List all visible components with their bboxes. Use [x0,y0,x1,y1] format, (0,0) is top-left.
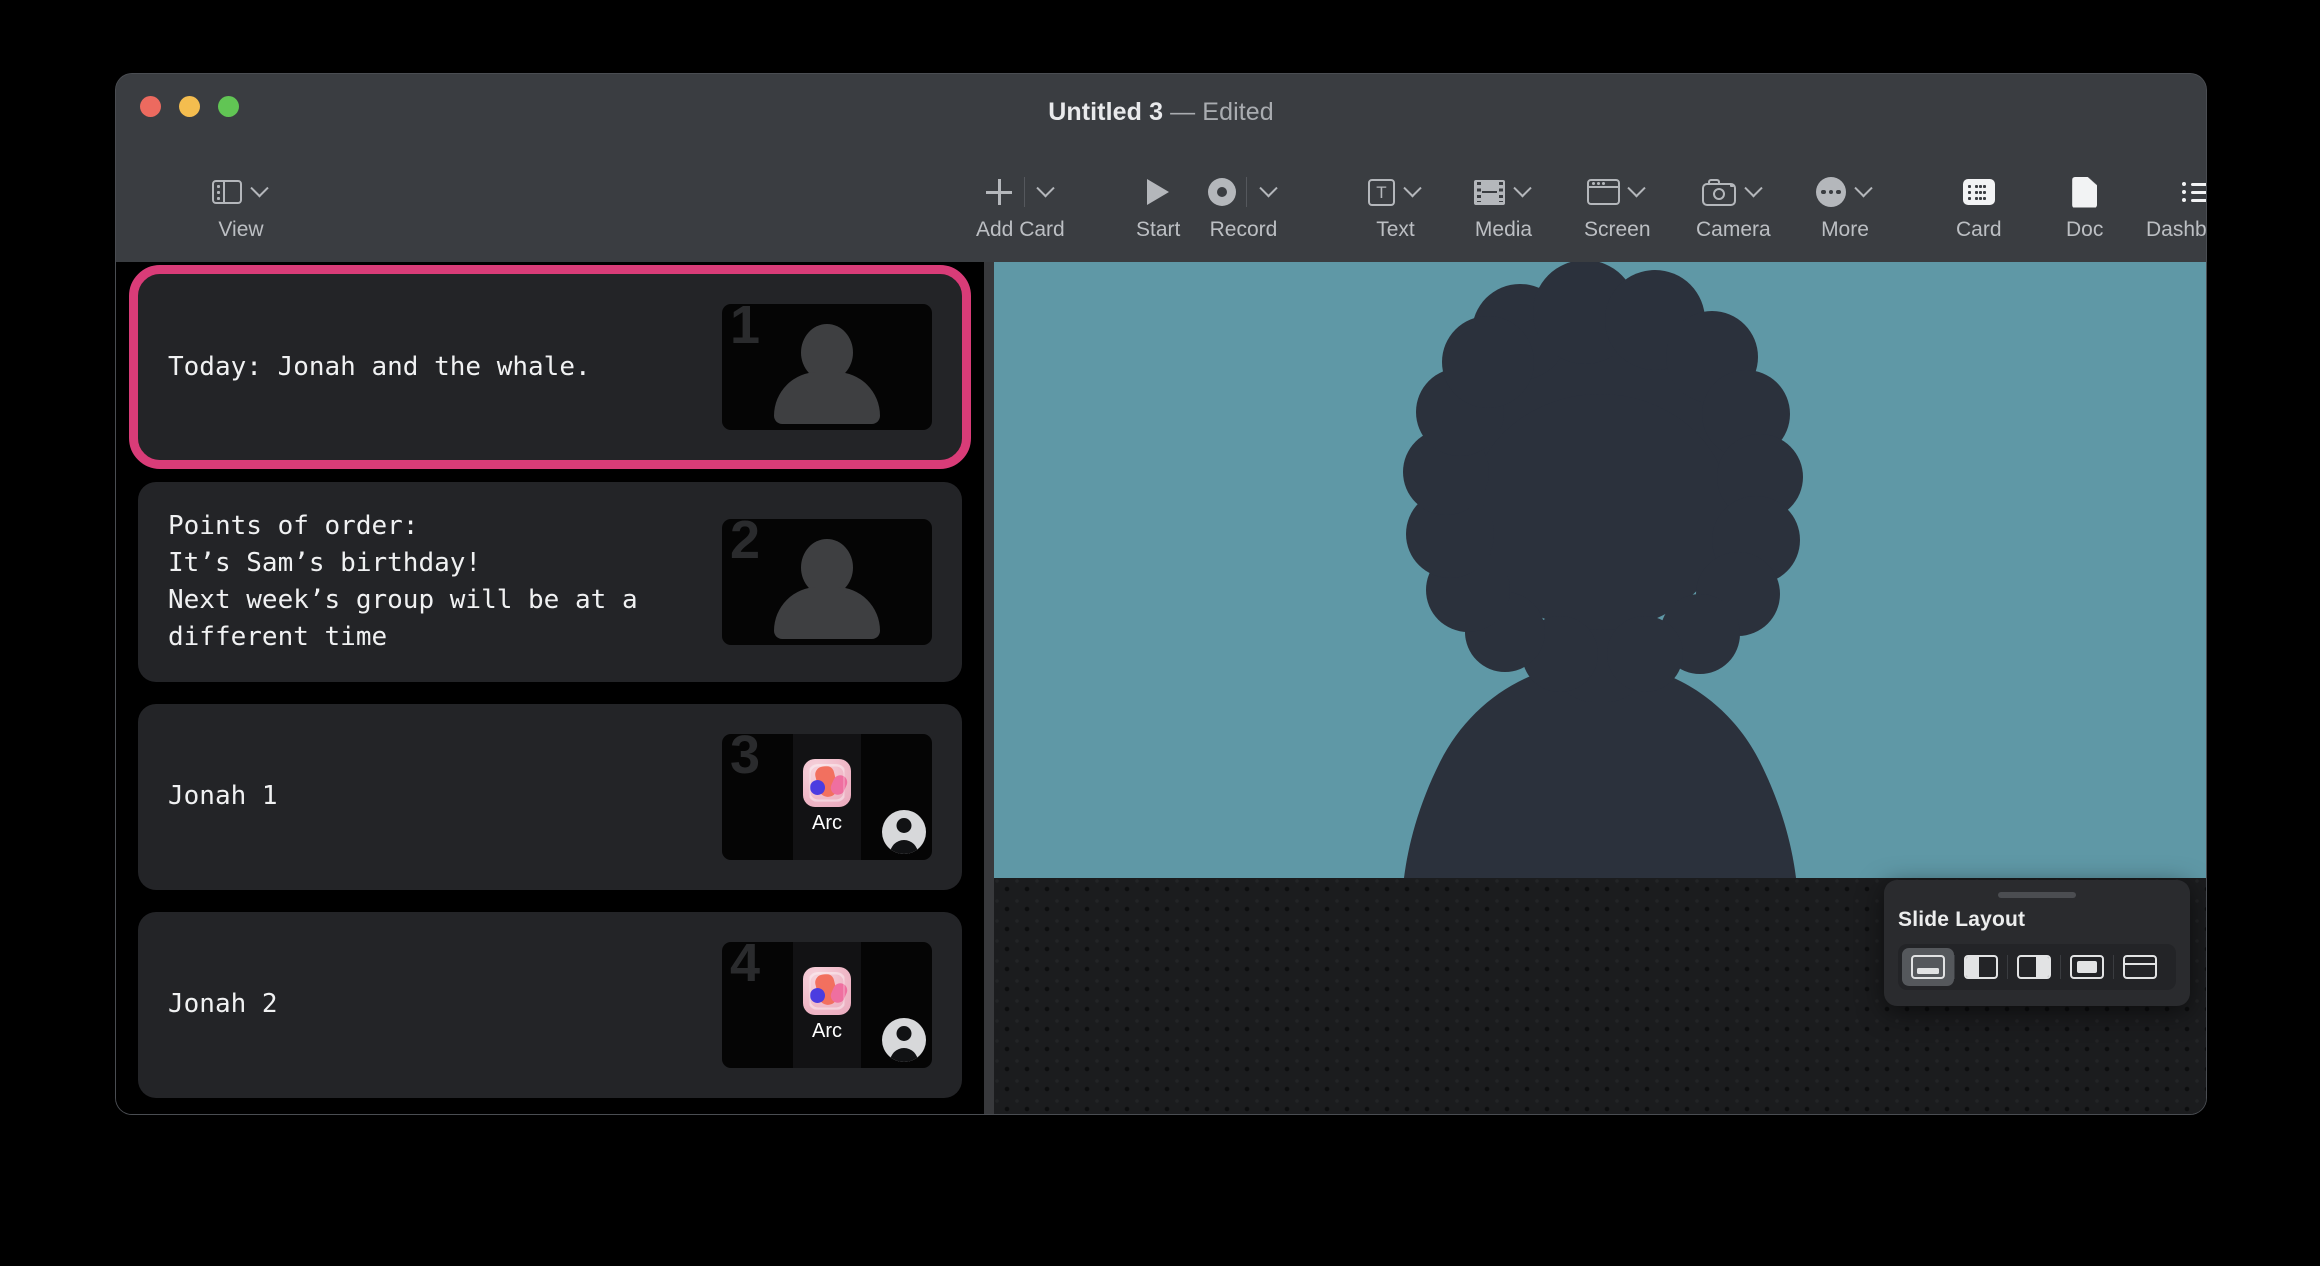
toolbar-item-more[interactable]: More [1816,168,1874,242]
card-text: Points of order: It’s Sam’s birthday! Ne… [168,511,638,652]
toolbar-item-dashboard[interactable]: Dashboard [2146,168,2206,242]
card-number: 3 [730,733,761,785]
avatar [882,1017,926,1062]
sidebar-icon[interactable] [212,179,242,205]
toolbar-item-doc[interactable]: Doc [2066,168,2103,242]
toolbar-item-add-card[interactable]: Add Card [976,168,1065,242]
window-icon[interactable] [1586,179,1620,205]
arc-app-icon [803,758,851,807]
toolbar-item-record[interactable]: Record [1208,168,1279,242]
slide-layout-option-title-bar-top[interactable] [2114,948,2166,986]
toolbar-label-more: More [1821,218,1869,241]
popover-drag-handle[interactable] [1998,892,2076,898]
document-title-separator: — [1170,98,1196,126]
chevron-down-icon[interactable] [1852,181,1874,203]
slide-layout-option-caption-bottom[interactable] [1902,948,1954,986]
chevron-down-icon[interactable] [1401,181,1423,203]
layout-split-left-icon [1964,955,1998,979]
person-placeholder-body [774,586,880,639]
toolbar-label-card: Card [1956,218,2002,241]
layout-centered-inset-icon [2070,955,2104,979]
sidebar-divider[interactable] [984,262,994,1114]
toolbar-label-media: Media [1474,218,1533,241]
app-label: Arc [812,1019,842,1042]
bulleted-list-icon[interactable] [2181,180,2206,204]
card-text: Jonah 1 [168,781,278,812]
chevron-down-icon[interactable] [1035,181,1057,203]
card-number: 1 [730,304,761,355]
chevron-down-icon[interactable] [1257,181,1279,203]
chevron-down-icon[interactable] [248,181,270,203]
toolbar-label-add-card: Add Card [976,218,1065,241]
toolbar-item-screen[interactable]: Screen [1584,168,1651,242]
toolbar-item-view[interactable]: View [212,168,270,242]
toolbar-separator [1023,177,1025,207]
card-text: Jonah 2 [168,989,278,1020]
person-silhouette-illustration [1403,262,1803,878]
layout-split-right-icon [2017,955,2051,979]
card-thumbnail[interactable]: 2 [722,518,932,645]
app-tile: Arc [793,733,861,860]
card-list-item[interactable]: Jonah 1 3 Arc [138,703,962,890]
toolbar-item-media[interactable]: Media [1474,168,1533,242]
slide-layout-popover: Slide Layout [1884,880,2190,1006]
app-window: Untitled 3 — Edited View Add Card Start … [116,74,2206,1114]
document-title-name: Untitled 3 [1048,98,1164,126]
card-thumbnail[interactable]: 1 [722,304,932,430]
ellipsis-circle-icon[interactable] [1816,177,1846,207]
plus-icon[interactable] [984,177,1014,207]
card-list-icon[interactable] [1962,179,1995,205]
record-icon[interactable] [1208,178,1236,206]
toolbar-label-screen: Screen [1584,218,1651,241]
arc-app-icon [803,966,851,1015]
card-thumbnail[interactable]: 4 Arc [722,941,932,1068]
toolbar-label-doc: Doc [2066,218,2104,241]
toolbar-item-camera[interactable]: Camera [1696,168,1771,242]
text-icon[interactable]: T [1368,178,1395,206]
toolbar-label-dashboard: Dashboard [2146,218,2206,241]
toolbar-separator [1246,177,1247,207]
slide-layout-title: Slide Layout [1898,908,2026,931]
card-list-item[interactable]: Points of order: It’s Sam’s birthday! Ne… [138,482,962,682]
play-icon[interactable] [1147,179,1170,205]
toolbar-item-text[interactable]: T Text [1368,168,1423,242]
chevron-down-icon[interactable] [1742,181,1764,203]
card-list-sidebar[interactable]: Today: Jonah and the whale. 1 Points of or… [116,262,984,1114]
toolbar-label-start: Start [1136,218,1181,241]
slide-layout-option-split-left[interactable] [1955,948,2007,986]
toolbar-label-view: View [218,218,264,241]
toolbar-item-start[interactable]: Start [1136,168,1180,242]
slide-layout-options [1898,944,2176,990]
card-thumbnail[interactable]: 3 Arc [722,733,932,860]
toolbar-label-record: Record [1209,218,1278,241]
toolbar: View Add Card Start Record T Text Media … [116,152,2206,262]
document-icon[interactable] [2072,176,2098,208]
slide-layout-option-split-right[interactable] [2008,948,2060,986]
document-title: Untitled 3 — Edited [116,98,2206,127]
card-number: 2 [730,518,761,570]
slide-canvas[interactable] [994,262,2206,878]
toolbar-label-text: Text [1376,218,1415,241]
app-label: Arc [812,811,842,834]
person-placeholder-body [774,372,880,424]
filmstrip-icon[interactable] [1474,179,1505,205]
toolbar-label-camera: Camera [1696,218,1771,241]
card-list-item[interactable]: Today: Jonah and the whale. 1 [129,265,971,469]
card-text: Today: Jonah and the whale. [168,351,591,382]
slide-layout-option-centered-inset[interactable] [2061,948,2113,986]
chevron-down-icon[interactable] [1511,181,1533,203]
card-list-item[interactable]: Jonah 2 4 Arc [138,911,962,1098]
titlebar: Untitled 3 — Edited [116,74,2206,152]
slide-preview-pane: Slide Layout [994,262,2206,1114]
chevron-down-icon[interactable] [1626,181,1648,203]
document-edited-status: Edited [1202,98,1274,126]
toolbar-item-card[interactable]: Card [1956,168,2002,242]
window-body: Today: Jonah and the whale. 1 Points of or… [116,262,2206,1114]
layout-title-bar-top-icon [2123,955,2157,979]
app-tile: Arc [793,941,861,1068]
layout-caption-bottom-icon [1911,955,1945,979]
camera-icon[interactable] [1702,178,1737,206]
avatar [882,809,926,854]
card-number: 4 [730,941,761,993]
